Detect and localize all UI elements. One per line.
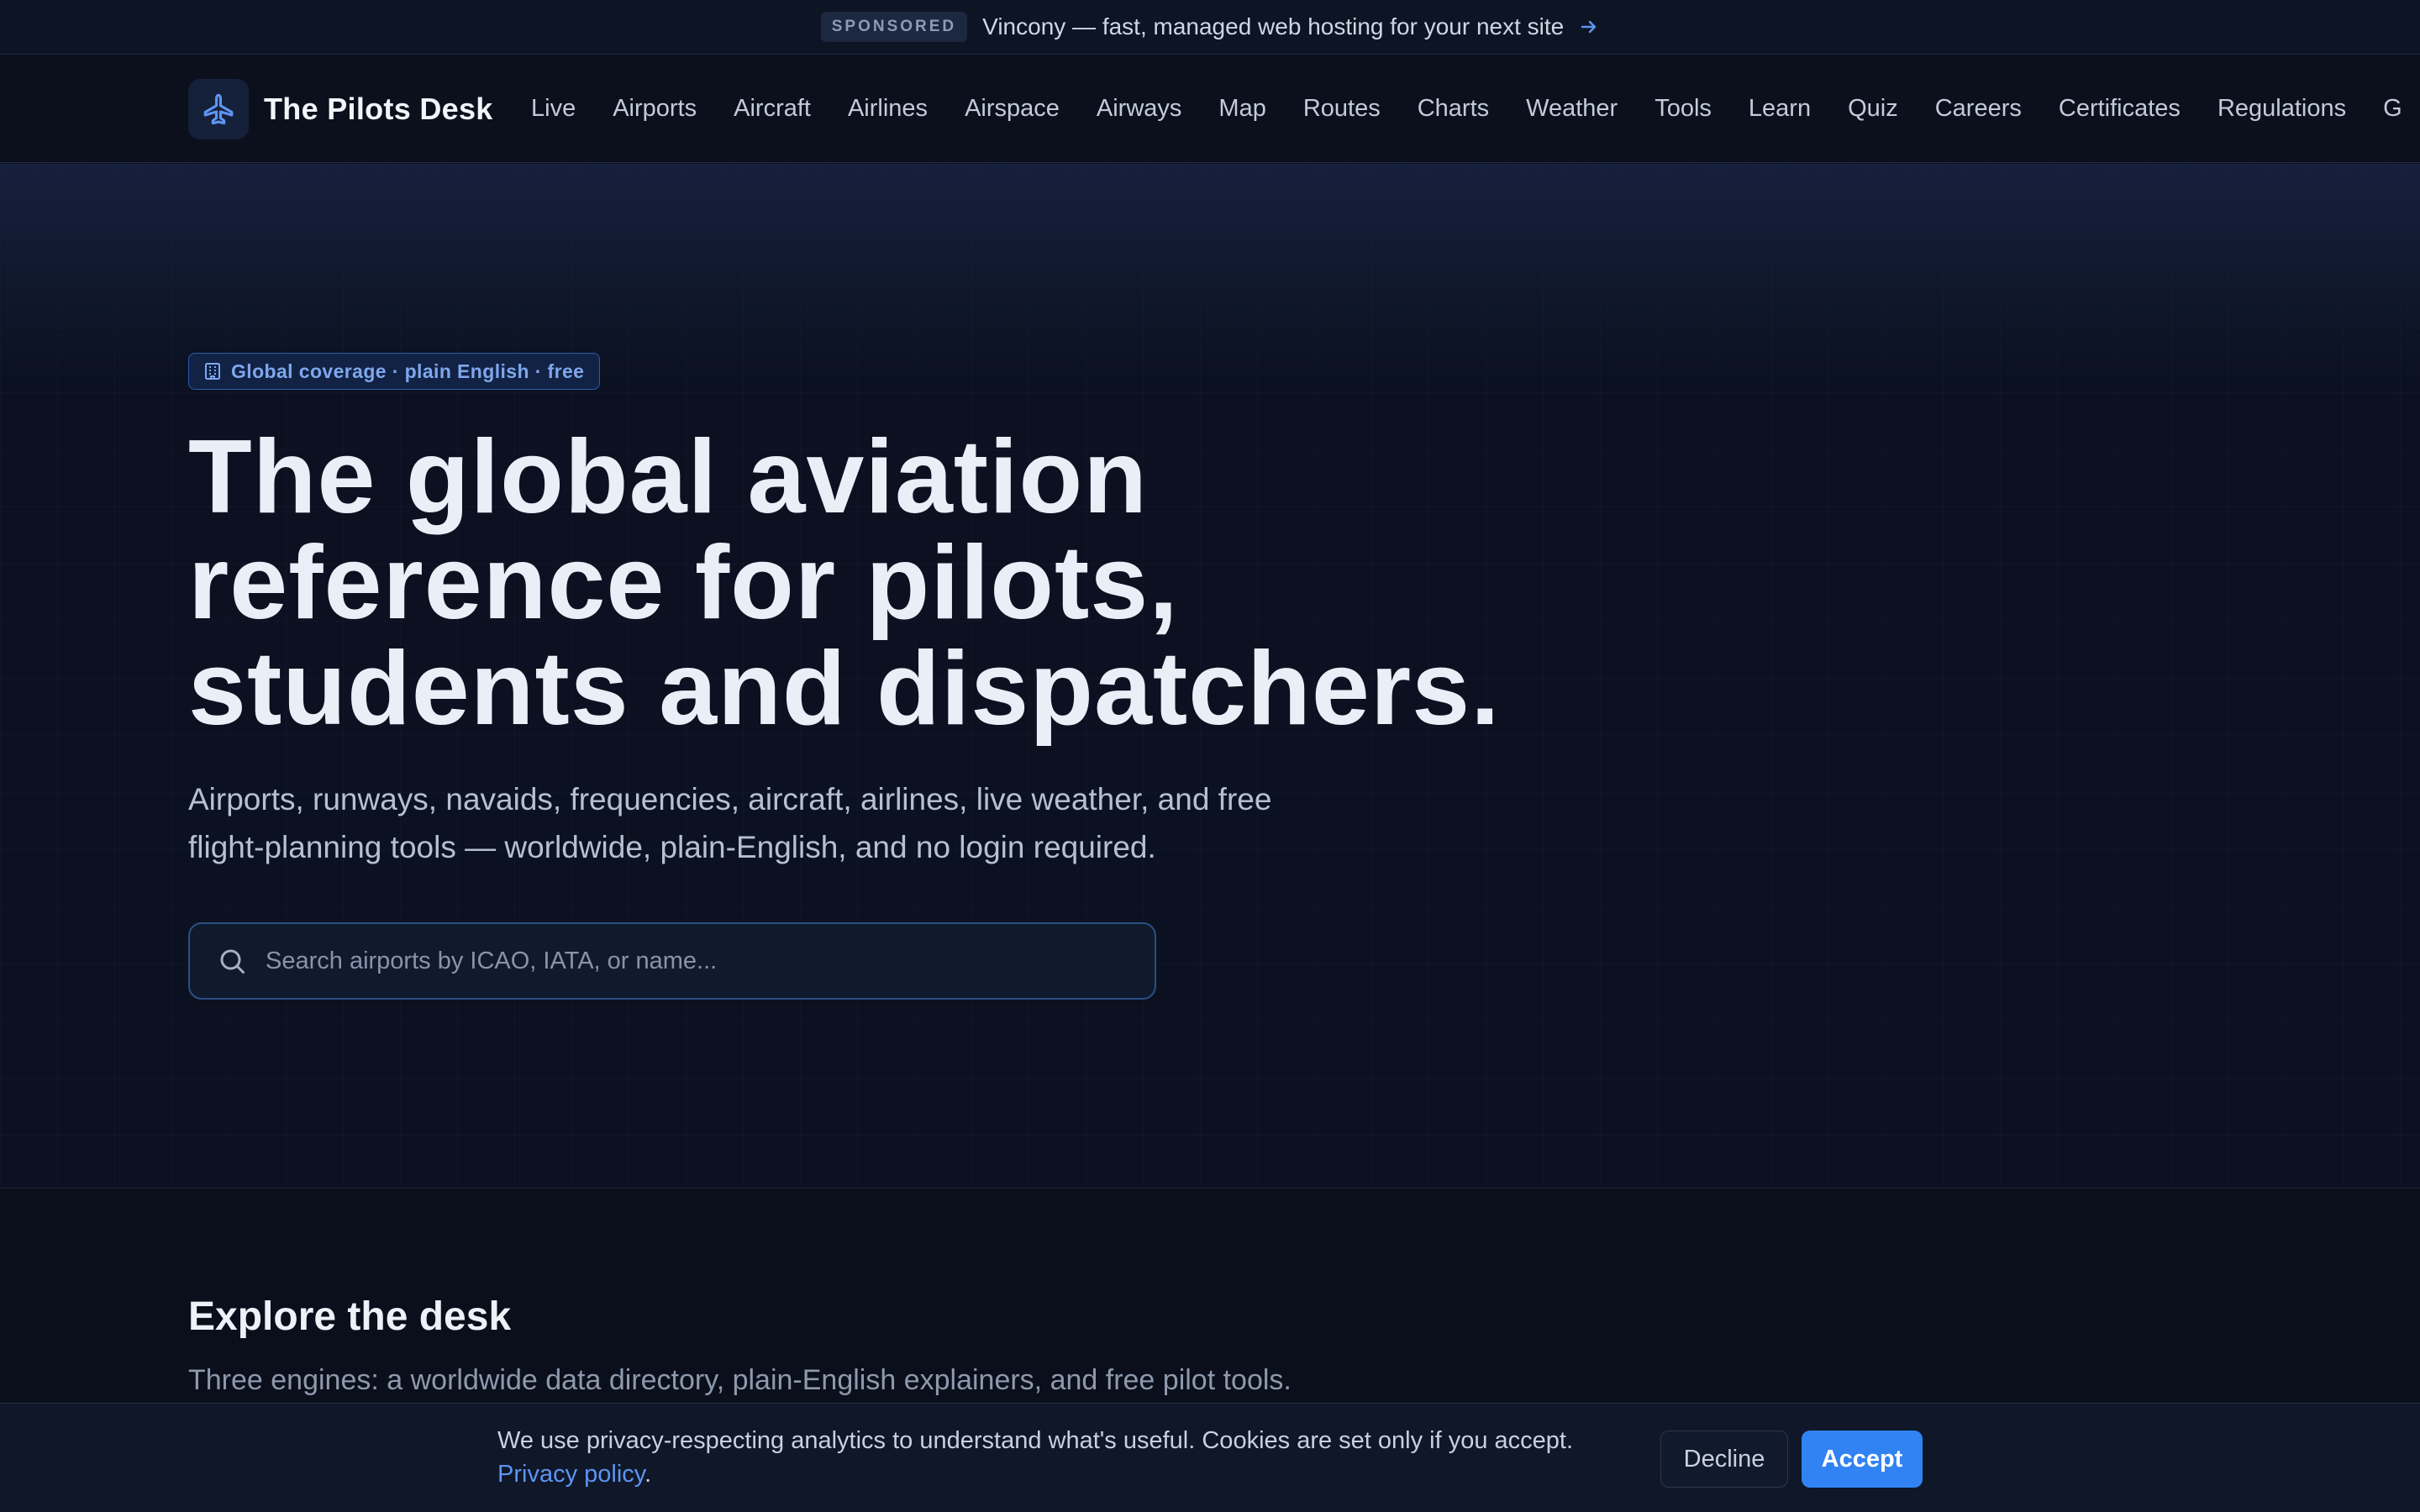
hero-title-line: The global aviation bbox=[188, 419, 1149, 535]
search-icon bbox=[220, 949, 245, 974]
arrow-right-icon[interactable] bbox=[1579, 17, 1599, 37]
plane-icon bbox=[203, 93, 234, 125]
nav-item-weather[interactable]: Weather bbox=[1526, 95, 1618, 123]
cookie-message: We use privacy-respecting analytics to u… bbox=[497, 1424, 1674, 1491]
cookie-punctuation: . bbox=[644, 1461, 652, 1488]
hero-title-line: reference for pilots, bbox=[188, 525, 1179, 641]
nav-item-careers[interactable]: Careers bbox=[1935, 95, 2022, 123]
accept-button[interactable]: Accept bbox=[1802, 1431, 1923, 1488]
nav-item-aircraft[interactable]: Aircraft bbox=[734, 95, 811, 123]
privacy-policy-link[interactable]: Privacy policy bbox=[497, 1461, 644, 1488]
sponsor-text[interactable]: Vincony — fast, managed web hosting for … bbox=[982, 13, 1564, 40]
main-navbar: The Pilots Desk Live Airports Aircraft A… bbox=[0, 55, 2420, 163]
hero-title: The global aviation reference for pilots… bbox=[188, 424, 1617, 742]
hero-title-line: students and dispatchers. bbox=[188, 631, 1501, 747]
airport-search[interactable] bbox=[188, 922, 1156, 1000]
cookie-banner: We use privacy-respecting analytics to u… bbox=[0, 1403, 2420, 1512]
brand-link[interactable]: The Pilots Desk bbox=[188, 79, 493, 139]
explore-title: Explore the desk bbox=[188, 1294, 512, 1339]
coverage-badge-text: Global coverage · plain English · free bbox=[231, 360, 585, 382]
nav-item-certificates[interactable]: Certificates bbox=[2059, 95, 2181, 123]
hero-subtitle-line: flight-planning tools — worldwide, plain… bbox=[188, 830, 1156, 864]
nav-item-map[interactable]: Map bbox=[1218, 95, 1265, 123]
nav-links: Live Airports Aircraft Airlines Airspace… bbox=[531, 55, 2402, 162]
coverage-badge: Global coverage · plain English · free bbox=[188, 353, 601, 390]
brand-logo bbox=[188, 79, 249, 139]
search-input[interactable] bbox=[264, 946, 1155, 976]
hero-subtitle: Airports, runways, navaids, frequencies,… bbox=[188, 775, 1348, 871]
nav-item-airlines[interactable]: Airlines bbox=[848, 95, 928, 123]
nav-item-truncated[interactable]: G bbox=[2383, 95, 2402, 123]
nav-item-regulations[interactable]: Regulations bbox=[2217, 95, 2346, 123]
nav-item-tools[interactable]: Tools bbox=[1655, 95, 1712, 123]
nav-item-quiz[interactable]: Quiz bbox=[1848, 95, 1898, 123]
nav-item-airports[interactable]: Airports bbox=[613, 95, 697, 123]
nav-item-charts[interactable]: Charts bbox=[1418, 95, 1489, 123]
building-icon bbox=[205, 363, 220, 380]
explore-subtitle: Three engines: a worldwide data director… bbox=[188, 1364, 1292, 1396]
cookie-message-text: We use privacy-respecting analytics to u… bbox=[497, 1427, 1574, 1454]
hero-subtitle-line: Airports, runways, navaids, frequencies,… bbox=[188, 782, 1272, 816]
brand-name: The Pilots Desk bbox=[264, 92, 493, 126]
nav-item-learn[interactable]: Learn bbox=[1749, 95, 1811, 123]
nav-item-live[interactable]: Live bbox=[531, 95, 576, 123]
sponsored-badge: SPONSORED bbox=[820, 12, 968, 42]
nav-item-airspace[interactable]: Airspace bbox=[965, 95, 1060, 123]
decline-button[interactable]: Decline bbox=[1660, 1431, 1788, 1488]
nav-item-airways[interactable]: Airways bbox=[1097, 95, 1182, 123]
hero-section: Global coverage · plain English · free T… bbox=[0, 164, 2420, 1189]
sponsor-bar[interactable]: SPONSORED Vincony — fast, managed web ho… bbox=[0, 0, 2420, 55]
nav-item-routes[interactable]: Routes bbox=[1303, 95, 1381, 123]
